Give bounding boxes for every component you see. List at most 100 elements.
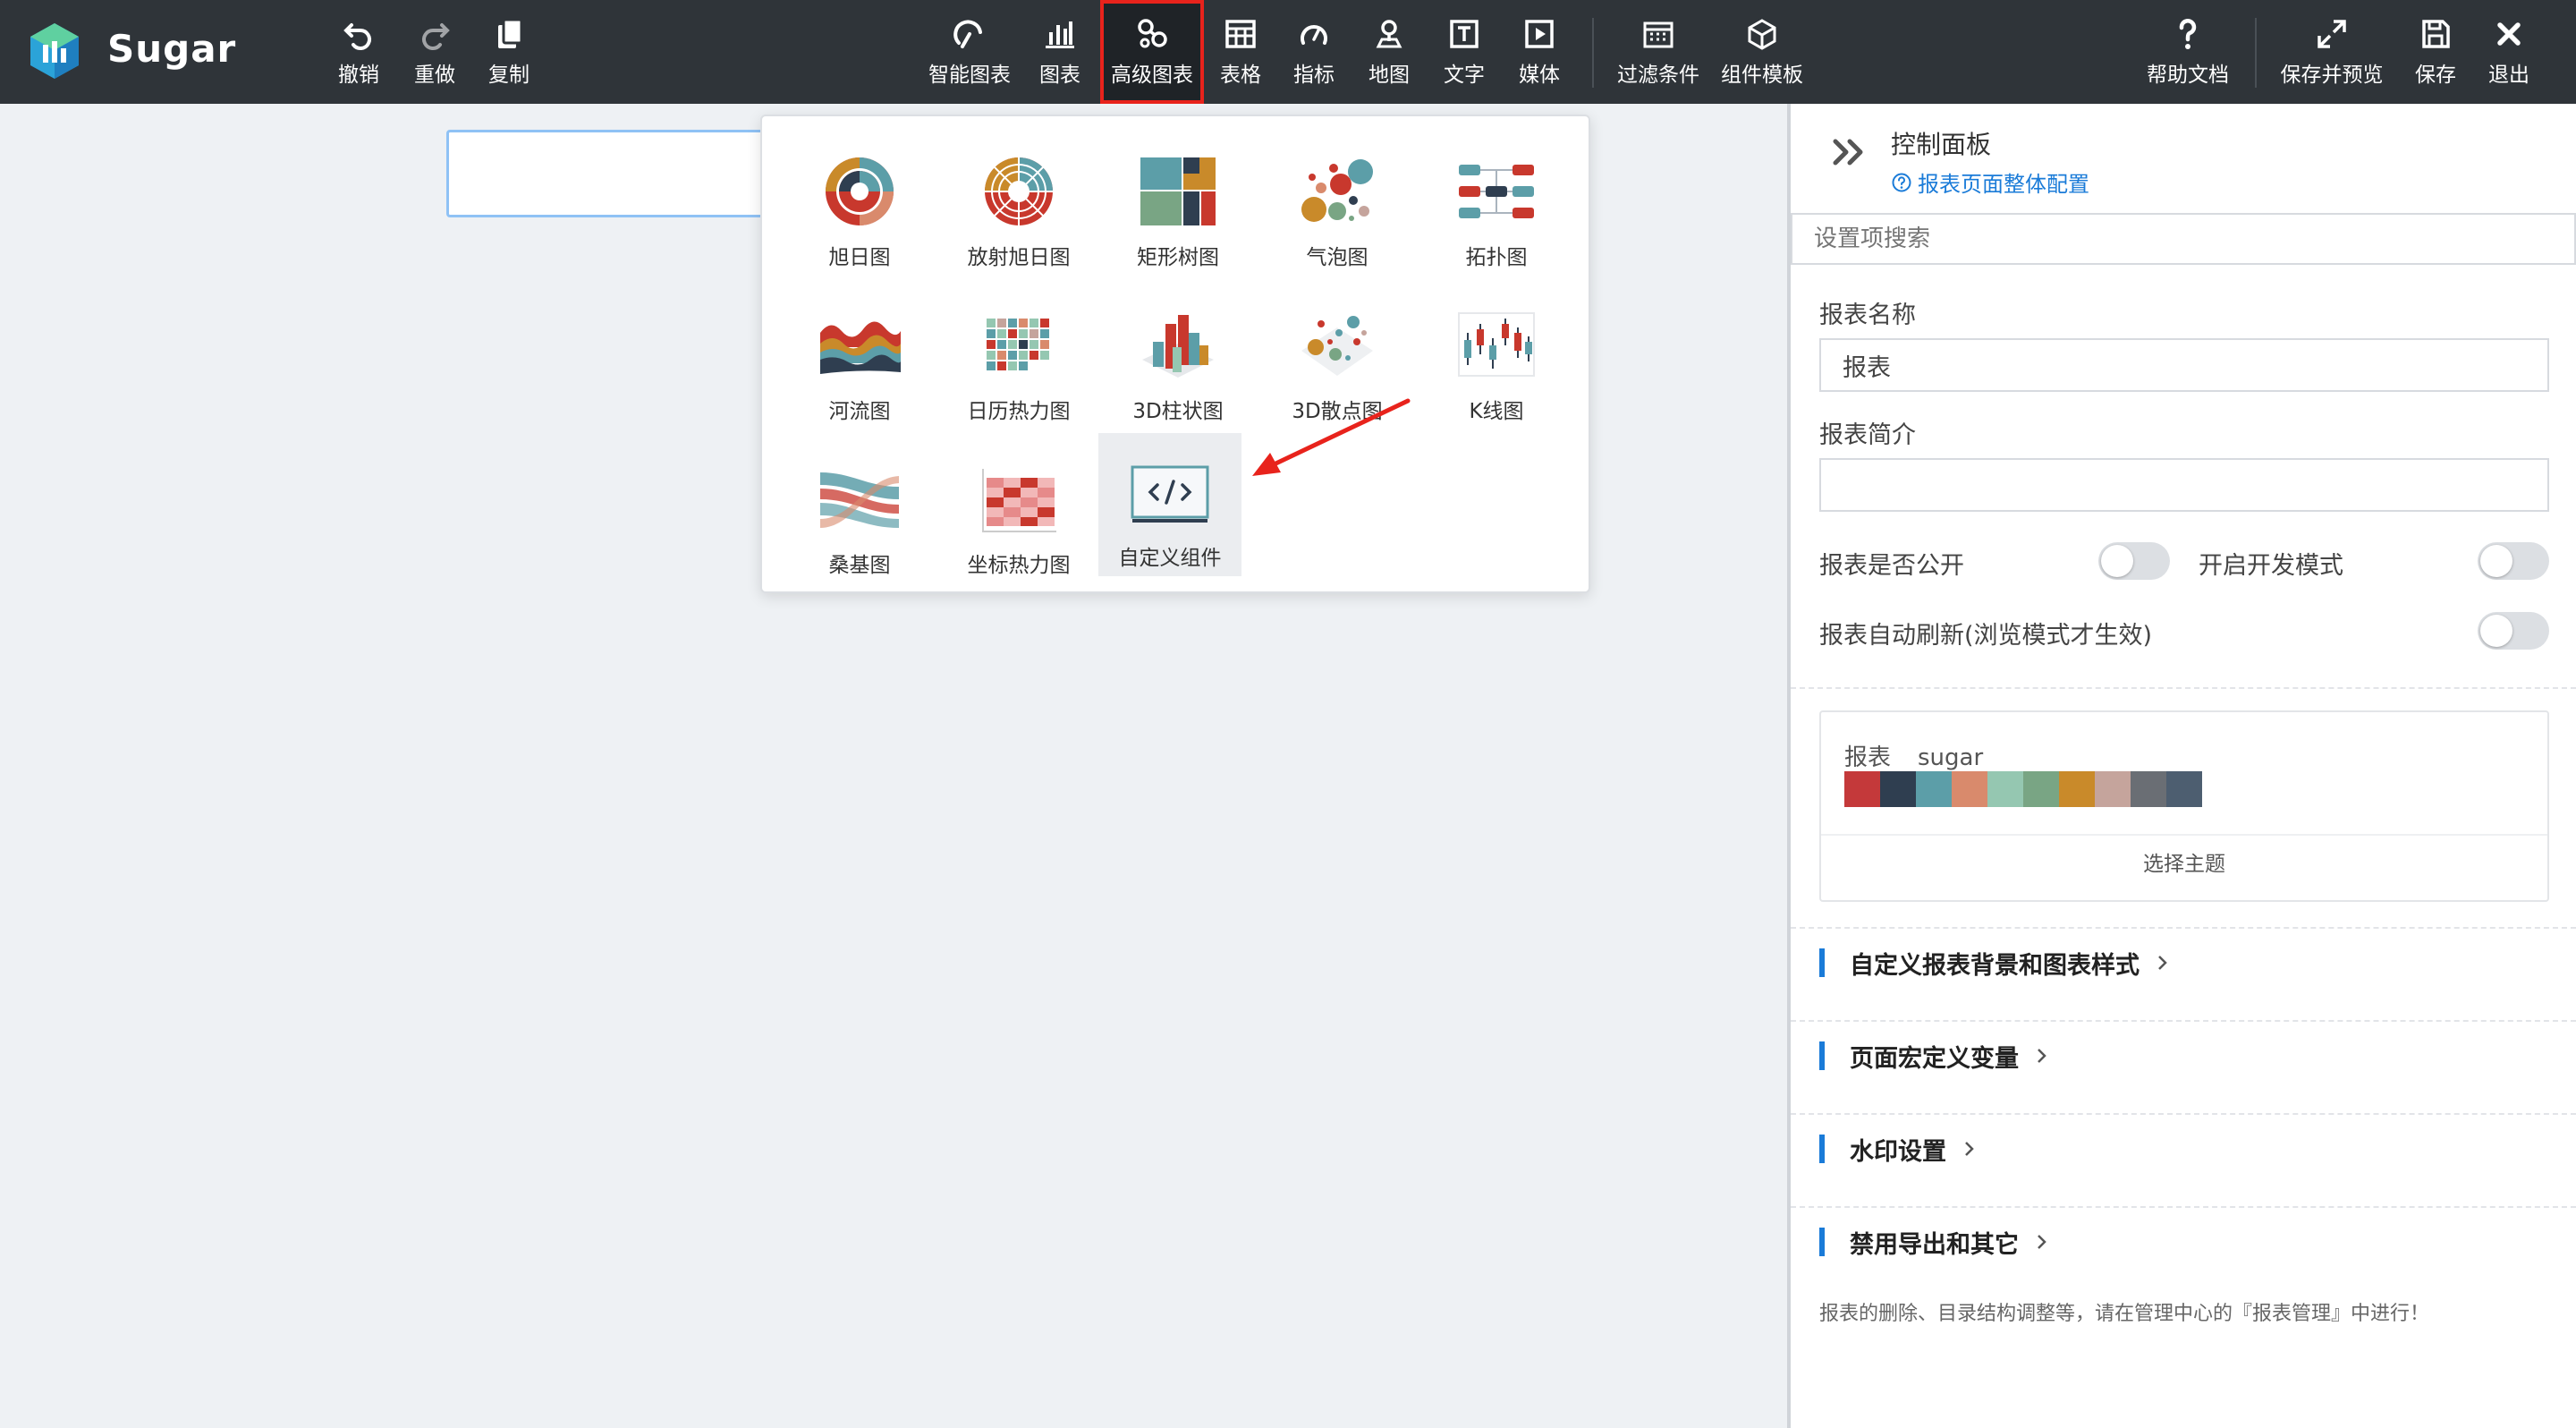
panel-title: 控制面板 [1891, 130, 1992, 159]
candlestick-icon [1453, 306, 1539, 385]
auto-refresh-toggle[interactable] [2478, 612, 2549, 650]
chart-item-label: 旭日图 [828, 246, 891, 269]
sankey-icon [817, 460, 902, 539]
canvas-component-placeholder[interactable] [446, 130, 768, 217]
chart-item-calendar-heatmap[interactable]: 日历热力图 [948, 286, 1089, 426]
chart-item-label: 矩形树图 [1137, 246, 1219, 269]
sunburst-icon [817, 152, 902, 231]
choose-theme-button[interactable]: 选择主题 [1821, 846, 2547, 877]
copy-button[interactable]: 复制 [481, 0, 537, 104]
save-preview-button[interactable]: 保存并预览 [2277, 0, 2386, 104]
page-config-link-label: 报表页面整体配置 [1918, 172, 2089, 197]
table-button[interactable]: 表格 [1213, 0, 1268, 104]
divider [1791, 1206, 2576, 1208]
close-icon [2491, 16, 2527, 52]
theme-color-swatch [1952, 771, 1987, 807]
save-preview-label: 保存并预览 [2280, 64, 2384, 87]
section-macro-variables[interactable]: 页面宏定义变量 [1819, 1038, 2049, 1074]
section-title: 水印设置 [1850, 1137, 1946, 1166]
section-title: 禁用导出和其它 [1850, 1230, 2019, 1259]
redo-label: 重做 [414, 64, 455, 87]
map-button[interactable]: 地图 [1361, 0, 1417, 104]
exit-label: 退出 [2488, 64, 2529, 87]
section-accent-bar [1819, 1041, 1825, 1070]
table-label: 表格 [1220, 64, 1261, 87]
calendar-heatmap-icon [976, 306, 1062, 385]
chart-item-bar-3d[interactable]: 3D柱状图 [1107, 286, 1249, 426]
component-template-button[interactable]: 组件模板 [1717, 0, 1807, 104]
auto-refresh-label: 报表自动刷新(浏览模式才生效) [1819, 622, 2153, 650]
report-desc-label: 报表简介 [1819, 421, 1916, 449]
metric-button[interactable]: 指标 [1286, 0, 1342, 104]
advanced-chart-button[interactable]: 高级图表 [1100, 0, 1204, 104]
report-desc-input[interactable] [1819, 458, 2549, 512]
settings-search-input[interactable] [1791, 213, 2576, 265]
help-docs-button[interactable]: 帮助文档 [2143, 0, 2233, 104]
sugar-logo-icon [27, 21, 82, 82]
section-custom-style[interactable]: 自定义报表背景和图表样式 [1819, 945, 2170, 981]
public-toggle-label: 报表是否公开 [1819, 552, 1964, 580]
divider [1821, 834, 2547, 836]
text-button[interactable]: 文字 [1436, 0, 1492, 104]
theme-name: 报表 sugar [1844, 739, 2010, 772]
chart-item-label: 自定义组件 [1118, 547, 1222, 570]
chart-item-sunburst[interactable]: 旭日图 [789, 132, 930, 272]
divider [1791, 1020, 2576, 1022]
media-label: 媒体 [1519, 64, 1560, 87]
river-icon [817, 306, 902, 385]
bar-chart-icon [1042, 16, 1078, 52]
theme-color-swatch [2059, 771, 2095, 807]
theme-color-swatch [1916, 771, 1952, 807]
exit-button[interactable]: 退出 [2481, 0, 2537, 104]
advanced-chart-icon [1134, 16, 1170, 52]
chart-item-candlestick[interactable]: K线图 [1426, 286, 1567, 426]
save-button[interactable]: 保存 [2408, 0, 2463, 104]
dev-mode-toggle-label: 开启开发模式 [2199, 552, 2343, 580]
smart-chart-button[interactable]: 智能图表 [925, 0, 1014, 104]
chart-button[interactable]: 图表 [1032, 0, 1088, 104]
floppy-icon [2418, 16, 2453, 52]
section-accent-bar [1819, 1135, 1825, 1163]
redo-button[interactable]: 重做 [407, 0, 462, 104]
theme-swatches [1844, 771, 2202, 807]
filter-label: 过滤条件 [1617, 64, 1699, 87]
undo-button[interactable]: 撤销 [331, 0, 386, 104]
chart-item-sankey[interactable]: 桑基图 [789, 440, 930, 580]
chevron-right-icon [2158, 956, 2167, 970]
chart-item-topology[interactable]: 拓扑图 [1426, 132, 1567, 272]
control-panel: 控制面板 报表页面整体配置 报表名称 报表简介 报表是否公开 开启开发模式 报表… [1791, 104, 2576, 1428]
heatmap-icon [976, 460, 1062, 539]
theme-color-swatch [1987, 771, 2023, 807]
chart-item-heatmap[interactable]: 坐标热力图 [948, 440, 1089, 580]
text-icon [1446, 16, 1482, 52]
section-title: 页面宏定义变量 [1850, 1044, 2019, 1073]
public-toggle[interactable] [2098, 542, 2170, 580]
report-name-input[interactable] [1819, 338, 2549, 392]
gauge-icon [1296, 16, 1332, 52]
chart-item-radial-sunburst[interactable]: 放射旭日图 [948, 132, 1089, 272]
section-title: 自定义报表背景和图表样式 [1850, 951, 2140, 980]
chart-item-label: 拓扑图 [1465, 246, 1528, 269]
bar-3d-icon [1135, 306, 1221, 385]
media-button[interactable]: 媒体 [1512, 0, 1567, 104]
chart-item-bubble[interactable]: 气泡图 [1267, 132, 1408, 272]
theme-name-value: sugar [1918, 744, 1984, 771]
chart-item-label: 桑基图 [828, 554, 891, 577]
dev-mode-toggle[interactable] [2478, 542, 2549, 580]
page-config-link[interactable]: 报表页面整体配置 [1891, 166, 2089, 198]
chart-item-treemap[interactable]: 矩形树图 [1107, 132, 1249, 272]
chart-item-custom-component[interactable]: 自定义组件 [1098, 433, 1241, 576]
filter-button[interactable]: 过滤条件 [1614, 0, 1703, 104]
topology-icon [1453, 152, 1539, 231]
section-watermark[interactable]: 水印设置 [1819, 1131, 1977, 1167]
question-circle-icon [1892, 173, 1911, 191]
undo-icon [341, 16, 377, 52]
chart-item-river[interactable]: 河流图 [789, 286, 930, 426]
section-disable-export[interactable]: 禁用导出和其它 [1819, 1224, 2049, 1260]
copy-icon [491, 16, 527, 52]
treemap-icon [1135, 152, 1221, 231]
chart-item-label: 坐标热力图 [967, 554, 1071, 577]
divider [1791, 1113, 2576, 1115]
double-chevron-icon[interactable] [1830, 132, 1869, 172]
radial-sunburst-icon [976, 152, 1062, 231]
